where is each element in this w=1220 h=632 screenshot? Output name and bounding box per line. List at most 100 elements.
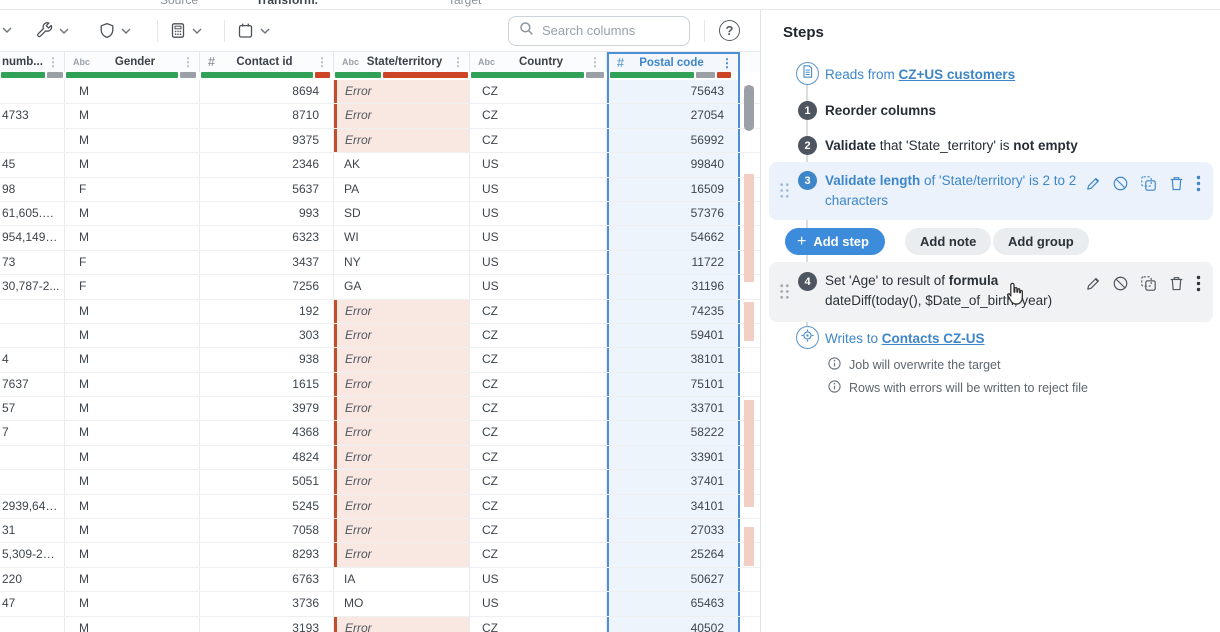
search-columns-input[interactable] bbox=[542, 23, 679, 38]
cell-numb[interactable]: 45 bbox=[0, 153, 65, 176]
step-3-card[interactable]: Validate length of 'State/territory' is … bbox=[769, 162, 1213, 220]
cell-contact-id[interactable]: 5637 bbox=[200, 178, 334, 201]
cell-contact-id[interactable]: 7256 bbox=[200, 275, 334, 298]
cell-country[interactable]: CZ bbox=[470, 348, 607, 371]
edit-pencil-icon[interactable] bbox=[1084, 275, 1101, 297]
cell-contact-id[interactable]: 3736 bbox=[200, 592, 334, 615]
cell-gender[interactable]: M bbox=[65, 397, 200, 420]
date-tools-button[interactable] bbox=[237, 22, 270, 39]
cell-contact-id[interactable]: 6763 bbox=[200, 568, 334, 591]
cell-contact-id[interactable]: 938 bbox=[200, 348, 334, 371]
cell-country[interactable]: CZ bbox=[470, 80, 607, 103]
cell-state-territory[interactable]: WI bbox=[334, 226, 470, 249]
cell-numb[interactable]: 4 bbox=[0, 348, 65, 371]
cell-postal-code[interactable]: 25264 bbox=[607, 543, 740, 566]
cell-numb[interactable] bbox=[0, 129, 65, 152]
cell-country[interactable]: US bbox=[470, 568, 607, 591]
cell-contact-id[interactable]: 1615 bbox=[200, 373, 334, 396]
cell-country[interactable]: US bbox=[470, 275, 607, 298]
cell-state-territory[interactable]: Error bbox=[334, 617, 470, 632]
cell-gender[interactable]: M bbox=[65, 568, 200, 591]
cell-country[interactable]: US bbox=[470, 251, 607, 274]
cell-postal-code[interactable]: 11722 bbox=[607, 251, 740, 274]
cell-contact-id[interactable]: 4368 bbox=[200, 421, 334, 444]
cell-numb[interactable]: 61,605.68... bbox=[0, 202, 65, 225]
cell-state-territory[interactable]: IA bbox=[334, 568, 470, 591]
cell-contact-id[interactable]: 3979 bbox=[200, 397, 334, 420]
cell-contact-id[interactable]: 8293 bbox=[200, 543, 334, 566]
cell-gender[interactable]: M bbox=[65, 324, 200, 347]
cell-numb[interactable] bbox=[0, 617, 65, 632]
column-header-gender[interactable]: AbcGender⋮ bbox=[65, 52, 200, 72]
cell-state-territory[interactable]: Error bbox=[334, 495, 470, 518]
cell-postal-code[interactable]: 54662 bbox=[607, 226, 740, 249]
cell-country[interactable]: US bbox=[470, 202, 607, 225]
cell-country[interactable]: CZ bbox=[470, 421, 607, 444]
drag-handle-icon[interactable] bbox=[779, 283, 790, 305]
cell-contact-id[interactable]: 192 bbox=[200, 300, 334, 323]
disable-icon[interactable] bbox=[1112, 175, 1129, 197]
cell-country[interactable]: US bbox=[470, 178, 607, 201]
column-menu-kebab-icon[interactable]: ⋮ bbox=[721, 56, 733, 70]
cell-postal-code[interactable]: 74235 bbox=[607, 300, 740, 323]
cell-contact-id[interactable]: 8694 bbox=[200, 80, 334, 103]
cell-gender[interactable]: F bbox=[65, 275, 200, 298]
disable-icon[interactable] bbox=[1112, 275, 1129, 297]
column-header-country[interactable]: AbcCountry⋮ bbox=[470, 52, 607, 72]
read-source-link[interactable]: CZ+US customers bbox=[899, 67, 1016, 82]
cell-country[interactable]: CZ bbox=[470, 543, 607, 566]
cell-contact-id[interactable]: 5051 bbox=[200, 470, 334, 493]
tab-transform[interactable]: Transform. bbox=[256, 0, 318, 7]
search-columns-box[interactable] bbox=[508, 16, 690, 46]
cell-postal-code[interactable]: 34101 bbox=[607, 495, 740, 518]
vertical-scrollbar[interactable] bbox=[743, 82, 755, 630]
cell-state-territory[interactable]: PA bbox=[334, 178, 470, 201]
cell-gender[interactable]: M bbox=[65, 446, 200, 469]
duplicate-icon[interactable] bbox=[1140, 275, 1157, 297]
cell-gender[interactable]: M bbox=[65, 348, 200, 371]
cell-contact-id[interactable]: 2346 bbox=[200, 153, 334, 176]
help-icon[interactable]: ? bbox=[719, 20, 740, 41]
cell-gender[interactable]: M bbox=[65, 519, 200, 542]
cell-contact-id[interactable]: 8710 bbox=[200, 104, 334, 127]
cell-numb[interactable]: 47 bbox=[0, 592, 65, 615]
cell-contact-id[interactable]: 3193 bbox=[200, 617, 334, 632]
column-header-numb[interactable]: numb...⋮ bbox=[0, 52, 65, 72]
cell-postal-code[interactable]: 57376 bbox=[607, 202, 740, 225]
write-step-icon[interactable] bbox=[796, 326, 819, 349]
cell-state-territory[interactable]: GA bbox=[334, 275, 470, 298]
cell-gender[interactable]: M bbox=[65, 617, 200, 632]
column-menu-kebab-icon[interactable]: ⋮ bbox=[452, 55, 464, 69]
tab-target[interactable]: Target bbox=[448, 0, 481, 7]
cell-gender[interactable]: M bbox=[65, 300, 200, 323]
kebab-menu-icon[interactable] bbox=[1196, 175, 1201, 197]
cell-country[interactable]: CZ bbox=[470, 397, 607, 420]
cell-contact-id[interactable]: 993 bbox=[200, 202, 334, 225]
cell-country[interactable]: CZ bbox=[470, 519, 607, 542]
delete-trash-icon[interactable] bbox=[1168, 275, 1185, 297]
cell-postal-code[interactable]: 33701 bbox=[607, 397, 740, 420]
cell-state-territory[interactable]: Error bbox=[334, 421, 470, 444]
cell-numb[interactable]: 220 bbox=[0, 568, 65, 591]
cell-numb[interactable]: 98 bbox=[0, 178, 65, 201]
cell-contact-id[interactable]: 5245 bbox=[200, 495, 334, 518]
cell-country[interactable]: US bbox=[470, 153, 607, 176]
calculation-tools-button[interactable] bbox=[170, 22, 202, 39]
cell-numb[interactable]: 5,309-271... bbox=[0, 543, 65, 566]
write-target-link[interactable]: Contacts CZ-US bbox=[882, 331, 985, 346]
cell-gender[interactable]: M bbox=[65, 202, 200, 225]
cell-state-territory[interactable]: Error bbox=[334, 470, 470, 493]
cell-postal-code[interactable]: 99840 bbox=[607, 153, 740, 176]
cell-contact-id[interactable]: 3437 bbox=[200, 251, 334, 274]
cell-numb[interactable]: 954,149,2... bbox=[0, 226, 65, 249]
cell-state-territory[interactable]: Error bbox=[334, 543, 470, 566]
kebab-menu-icon[interactable] bbox=[1196, 275, 1201, 297]
cell-postal-code[interactable]: 75101 bbox=[607, 373, 740, 396]
cell-state-territory[interactable]: Error bbox=[334, 300, 470, 323]
cell-numb[interactable]: 31 bbox=[0, 519, 65, 542]
cell-state-territory[interactable]: Error bbox=[334, 104, 470, 127]
cell-state-territory[interactable]: AK bbox=[334, 153, 470, 176]
cell-country[interactable]: CZ bbox=[470, 470, 607, 493]
cell-numb[interactable] bbox=[0, 470, 65, 493]
cell-gender[interactable]: F bbox=[65, 251, 200, 274]
